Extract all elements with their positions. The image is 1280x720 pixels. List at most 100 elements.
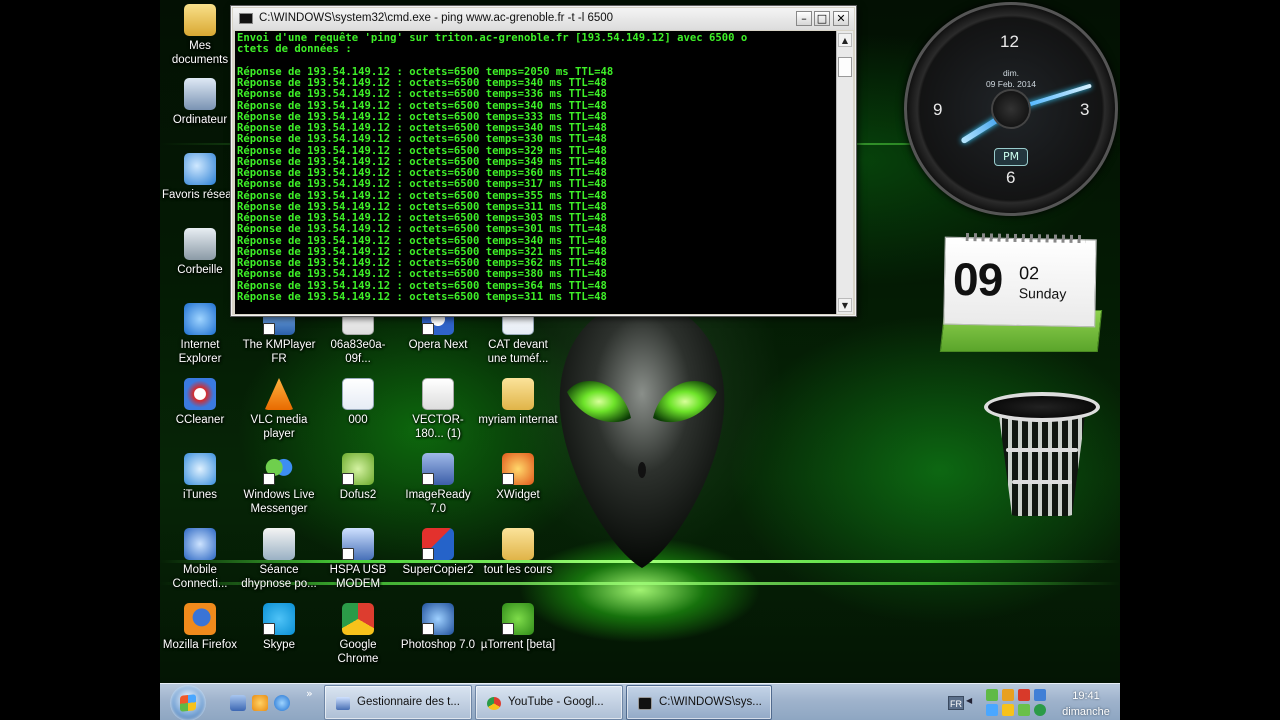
desktop-icon-xwidget[interactable]: XWidget <box>478 453 558 502</box>
icon-label: CCleaner <box>175 414 225 426</box>
clock-time: 19:41 <box>1072 690 1100 702</box>
tray-app-icon[interactable] <box>1018 689 1030 701</box>
windows-logo-icon <box>180 694 196 712</box>
icon-label: Mobile Connecti... <box>172 564 228 590</box>
desktop-icon-seance[interactable]: Séance dhypnose po... <box>239 528 319 591</box>
icon-label: Photoshop 7.0 <box>400 639 476 651</box>
icon-label: iTunes <box>182 489 218 501</box>
language-indicator[interactable]: FR <box>948 696 964 710</box>
icon-label: Opera Next <box>408 339 468 351</box>
dofus-icon <box>342 453 374 485</box>
icon-label: The KMPlayer FR <box>242 339 316 365</box>
desktop-icon-supercopier[interactable]: SuperCopier2 <box>398 528 478 577</box>
volume-tray-icon[interactable] <box>1018 704 1030 716</box>
desktop-icon-windows-live[interactable]: Windows Live Messenger <box>239 453 319 516</box>
calendar-rings <box>965 233 1086 244</box>
messenger-icon <box>263 453 295 485</box>
icon-label: SuperCopier2 <box>402 564 474 576</box>
desktop-icon-internet-explorer[interactable]: Internet Explorer <box>160 303 240 366</box>
console-icon <box>638 697 652 710</box>
trash-rim <box>984 392 1100 422</box>
desktop-icon-myriam[interactable]: myriam internat <box>478 378 558 427</box>
media-file-icon <box>263 528 295 560</box>
desktop-icon-skype[interactable]: Skype <box>239 603 319 652</box>
internet-explorer-icon[interactable] <box>274 695 290 711</box>
recycle-bin-icon <box>184 228 216 260</box>
info-tray-icon[interactable] <box>1034 704 1046 716</box>
tray-app-icon[interactable] <box>986 704 998 716</box>
taskbar-button-label: Gestionnaire des t... <box>357 696 460 708</box>
icon-label: Skype <box>263 639 295 651</box>
skype-icon <box>263 603 295 635</box>
desktop-icon-chrome[interactable]: Google Chrome <box>318 603 398 666</box>
show-desktop-icon[interactable] <box>230 695 246 711</box>
icon-label: Google Chrome <box>337 639 379 665</box>
taskbar-button-console[interactable]: C:\WINDOWS\sys... <box>626 685 772 720</box>
console-window[interactable]: C:\WINDOWS\system32\cmd.exe - ping www.a… <box>230 5 857 317</box>
taskbar-button-label: YouTube - Googl... <box>508 696 604 708</box>
desktop-icon-ordinateur[interactable]: Ordinateur <box>160 78 240 127</box>
desktop-icon-ccleaner[interactable]: CCleaner <box>160 378 240 427</box>
minimize-button[interactable]: – <box>796 11 812 26</box>
calendar-gadget[interactable]: 09 02 Sunday <box>939 233 1103 354</box>
icon-label: Ordinateur <box>172 114 228 126</box>
tray-app-icon[interactable] <box>1002 704 1014 716</box>
network-tray-icon[interactable] <box>986 689 998 701</box>
close-button[interactable]: ✕ <box>833 11 849 26</box>
calendar-weekday: Sunday <box>1018 284 1067 302</box>
tray-app-icon[interactable] <box>1034 689 1046 701</box>
clock-number: 12 <box>1000 32 1019 51</box>
scroll-down-arrow-icon[interactable]: ▼ <box>838 298 852 312</box>
desktop-icon-mobile-connect[interactable]: Mobile Connecti... <box>160 528 240 591</box>
clock-hub <box>993 91 1029 127</box>
taskbar-button-youtube[interactable]: YouTube - Googl... <box>475 685 623 720</box>
maximize-button[interactable]: □ <box>814 11 830 26</box>
desktop-icon-000[interactable]: 000 <box>318 378 398 427</box>
clock-gadget[interactable]: 12 3 6 9 dim. 09 Feb. 2014 PM <box>904 2 1118 216</box>
desktop-icon-corbeille[interactable]: Corbeille <box>160 228 240 277</box>
utorrent-icon <box>502 603 534 635</box>
recycle-bin-gadget[interactable] <box>984 392 1100 518</box>
desktop-icon-firefox[interactable]: Mozilla Firefox <box>160 603 240 652</box>
desktop-icon-utorrent[interactable]: µTorrent [beta] <box>478 603 558 652</box>
quicklaunch-more-button[interactable]: » <box>306 687 313 700</box>
photoshop-icon <box>422 603 454 635</box>
media-player-icon[interactable] <box>252 695 268 711</box>
desktop-icon-imageready[interactable]: ImageReady 7.0 <box>398 453 478 516</box>
icon-label: VLC media player <box>250 414 308 440</box>
desktop-icon-hspa[interactable]: HSPA USB MODEM <box>318 528 398 591</box>
chrome-icon <box>342 603 374 635</box>
documents-folder-icon <box>184 4 216 36</box>
icon-label: HSPA USB MODEM <box>329 564 387 590</box>
scroll-up-arrow-icon[interactable]: ▲ <box>838 33 852 47</box>
tray-expand-icon[interactable]: ◀ <box>966 696 972 705</box>
desktop-icon-favoris-reseau[interactable]: Favoris réseau <box>160 153 240 202</box>
tray-app-icon[interactable] <box>1002 689 1014 701</box>
clock-day: dim. <box>1002 68 1020 78</box>
folder-icon <box>502 378 534 410</box>
desktop-icon-photoshop[interactable]: Photoshop 7.0 <box>398 603 478 652</box>
icon-label: Séance dhypnose po... <box>241 564 317 590</box>
calendar-sheet: 09 02 Sunday <box>943 233 1097 328</box>
taskbar-clock[interactable]: 19:41 dimanche <box>1054 688 1118 720</box>
network-globe-icon <box>184 153 216 185</box>
trash-basket-icon <box>998 408 1086 516</box>
icon-label: Mozilla Firefox <box>162 639 238 651</box>
desktop-icon-vlc[interactable]: VLC media player <box>239 378 319 441</box>
console-output-area[interactable]: Envoi d'une requête 'ping' sur triton.ac… <box>235 31 836 314</box>
desktop-icon-dofus2[interactable]: Dofus2 <box>318 453 398 502</box>
icon-label: µTorrent [beta] <box>480 639 556 651</box>
icon-label: VECTOR-180... (1) <box>412 414 464 440</box>
desktop-icon-vector[interactable]: VECTOR-180... (1) <box>398 378 478 441</box>
desktop-icon-itunes[interactable]: iTunes <box>160 453 240 502</box>
window-titlebar[interactable]: C:\WINDOWS\system32\cmd.exe - ping www.a… <box>233 8 854 30</box>
desktop-icon-mes-documents[interactable]: Mes documents <box>160 4 240 67</box>
taskbar-button-task-manager[interactable]: Gestionnaire des t... <box>324 685 472 720</box>
scrollbar-thumb[interactable] <box>838 57 852 77</box>
start-button[interactable] <box>170 685 206 720</box>
internet-explorer-icon <box>184 303 216 335</box>
icon-label: XWidget <box>496 489 540 501</box>
desktop-icon-tout-les-cours[interactable]: tout les cours <box>478 528 558 577</box>
vertical-scrollbar[interactable]: ▲ ▼ <box>836 31 853 314</box>
calendar-day: 09 <box>952 252 1003 306</box>
